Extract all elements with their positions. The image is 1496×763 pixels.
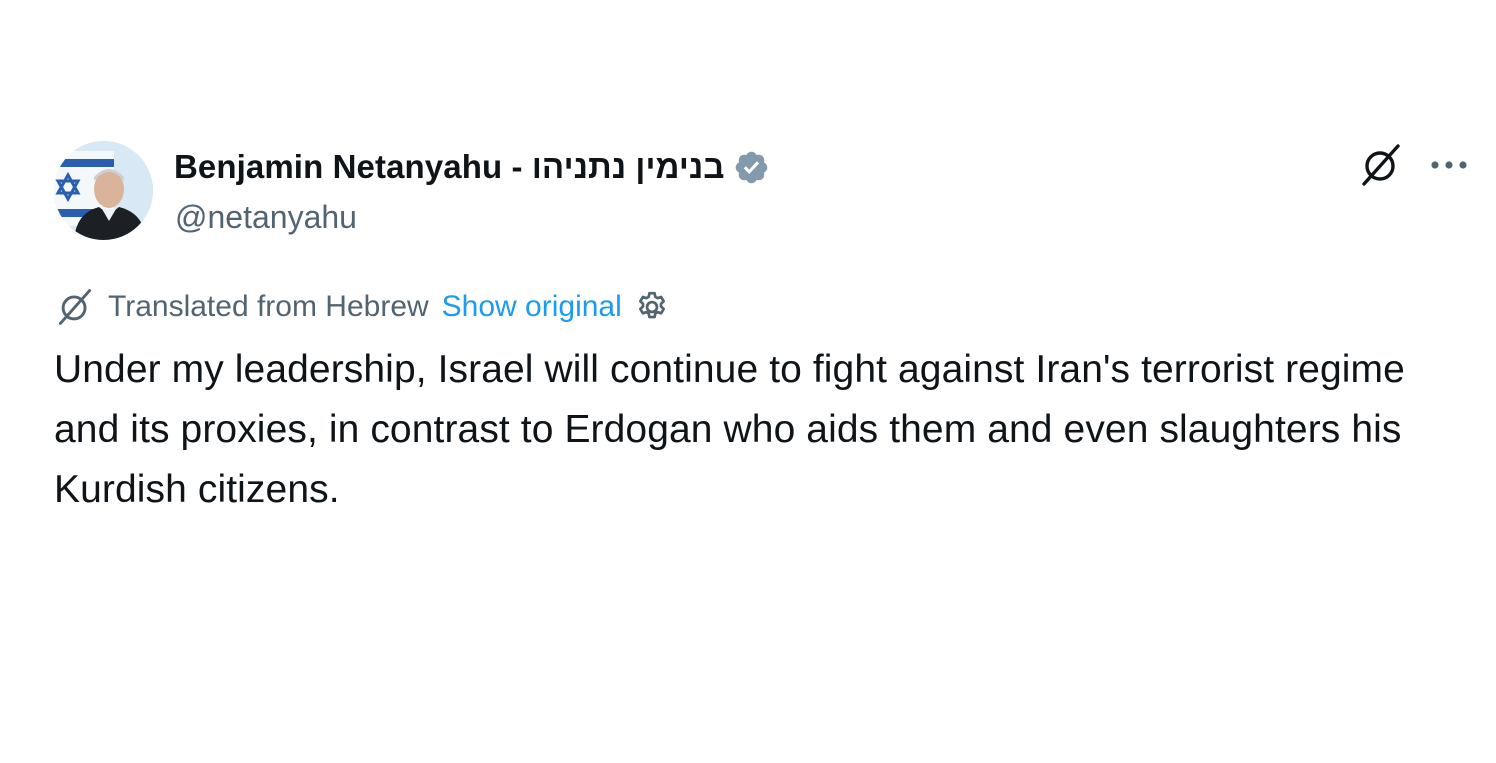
- tweet-card: Benjamin Netanyahu - בנימין נתניהו @neta…: [0, 0, 1496, 763]
- grok-translate-icon: [58, 289, 92, 325]
- author-handle[interactable]: @netanyahu: [175, 199, 357, 236]
- avatar-image: [54, 141, 153, 240]
- show-original-link[interactable]: Show original: [442, 290, 622, 324]
- author-name-row: Benjamin Netanyahu - בנימין נתניהו: [174, 145, 770, 189]
- grok-icon: [1362, 144, 1400, 186]
- translation-bar: Translated from Hebrew Show original: [54, 286, 670, 328]
- gear-icon[interactable]: [634, 289, 670, 325]
- author-display-name[interactable]: Benjamin Netanyahu - בנימין נתניהו: [174, 148, 725, 186]
- tweet-text: Under my leadership, Israel will continu…: [54, 348, 1405, 511]
- verified-badge-icon[interactable]: [733, 149, 770, 186]
- grok-button[interactable]: [1356, 140, 1406, 190]
- more-horizontal-icon: [1431, 161, 1467, 169]
- more-options-button[interactable]: [1424, 140, 1474, 190]
- avatar[interactable]: [54, 141, 153, 240]
- translation-notice: Translated from Hebrew: [108, 290, 429, 323]
